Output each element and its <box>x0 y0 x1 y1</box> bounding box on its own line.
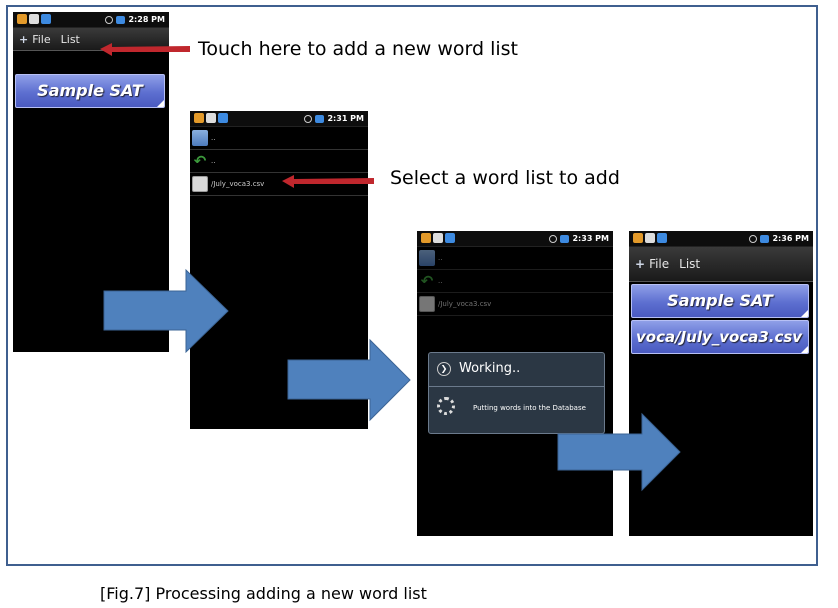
flow-arrow-icon <box>557 412 681 492</box>
flow-arrow-icon <box>103 268 229 354</box>
pointer-arrow-icon <box>282 175 374 188</box>
figure-caption: [Fig.7] Processing adding a new word lis… <box>100 584 427 603</box>
flow-arrow-icon <box>287 338 411 422</box>
annotation-arrows <box>100 43 681 492</box>
select-annotation: Select a word list to add <box>390 167 620 189</box>
touch-annotation: Touch here to add a new word list <box>198 38 518 60</box>
pointer-arrow-icon <box>100 43 190 56</box>
